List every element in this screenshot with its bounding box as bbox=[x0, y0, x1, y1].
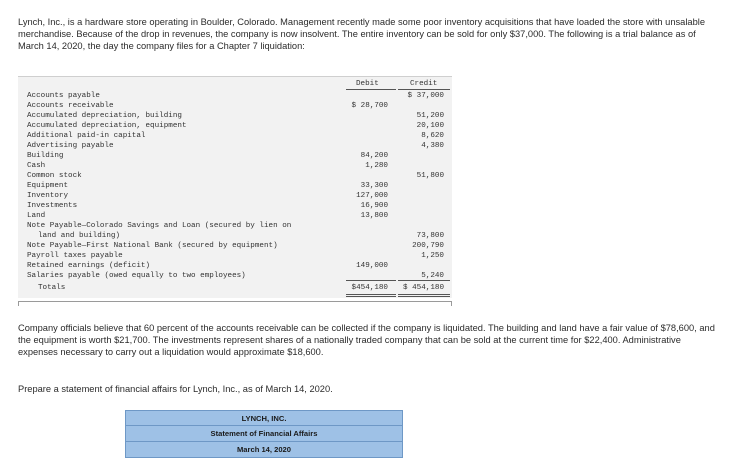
credit-value: 51,200 bbox=[416, 112, 444, 120]
statement-date: March 14, 2020 bbox=[125, 442, 403, 458]
statement-company: LYNCH, INC. bbox=[125, 410, 403, 426]
account-name: Note Payable—First National Bank (secure… bbox=[27, 242, 278, 250]
statement-title: Statement of Financial Affairs bbox=[125, 426, 403, 442]
account-name: Land bbox=[27, 212, 46, 220]
credit-value: 4,380 bbox=[421, 142, 444, 150]
table-row: Equipment 33,300 bbox=[27, 181, 449, 191]
debit-value: $ 28,700 bbox=[351, 102, 388, 110]
credit-value: 200,790 bbox=[412, 242, 444, 250]
table-row: Cash 1,280 bbox=[27, 161, 449, 171]
credit-value: $ 37,000 bbox=[407, 92, 444, 100]
double-rule bbox=[346, 294, 396, 295]
header-rule bbox=[346, 89, 396, 90]
table-row: Accumulated depreciation, building 51,200 bbox=[27, 111, 449, 121]
debit-value: 16,900 bbox=[360, 202, 388, 210]
table-row: Inventory 127,000 bbox=[27, 191, 449, 201]
debit-value: 1,280 bbox=[365, 162, 388, 170]
debit-value: 13,800 bbox=[360, 212, 388, 220]
totals-label: Totals bbox=[38, 284, 66, 292]
credit-value: 8,620 bbox=[421, 132, 444, 140]
table-row: Advertising payable 4,380 bbox=[27, 141, 449, 151]
intro-paragraph: Lynch, Inc., is a hardware store operati… bbox=[18, 17, 705, 51]
credit-header: Credit bbox=[410, 80, 438, 88]
account-name: Accounts payable bbox=[27, 92, 100, 100]
double-rule bbox=[398, 294, 450, 295]
debit-total: $454,180 bbox=[351, 284, 388, 292]
table-row: Additional paid-in capital 8,620 bbox=[27, 131, 449, 141]
account-name: Common stock bbox=[27, 172, 82, 180]
table-row: Payroll taxes payable 1,250 bbox=[27, 251, 449, 261]
debit-header: Debit bbox=[356, 80, 379, 88]
account-name: Equipment bbox=[27, 182, 69, 190]
table-row: Accounts receivable $ 28,700 bbox=[27, 101, 449, 111]
account-name: Payroll taxes payable bbox=[27, 252, 123, 260]
debit-value: 127,000 bbox=[356, 192, 388, 200]
header-rule bbox=[398, 89, 450, 90]
officials-paragraph: Company officials believe that 60 percen… bbox=[18, 323, 715, 357]
account-name: Accumulated depreciation, building bbox=[27, 112, 182, 120]
statement-header-table: LYNCH, INC. Statement of Financial Affai… bbox=[125, 410, 403, 458]
instruction-paragraph: Prepare a statement of financial affairs… bbox=[18, 384, 333, 394]
table-row: Retained earnings (deficit) 149,000 bbox=[27, 261, 449, 271]
table-row: Common stock 51,800 bbox=[27, 171, 449, 181]
total-rule bbox=[398, 280, 450, 281]
account-name: Accumulated depreciation, equipment bbox=[27, 122, 187, 130]
account-name: Cash bbox=[27, 162, 46, 170]
double-rule bbox=[346, 296, 396, 297]
credit-value: 51,800 bbox=[416, 172, 444, 180]
table-row: land and building) 73,800 bbox=[27, 231, 449, 241]
total-rule bbox=[346, 280, 396, 281]
account-name: Advertising payable bbox=[27, 142, 114, 150]
table-row: Building 84,200 bbox=[27, 151, 449, 161]
debit-value: 84,200 bbox=[360, 152, 388, 160]
table-row: Note Payable—Colorado Savings and Loan (… bbox=[27, 221, 449, 231]
double-rule bbox=[398, 296, 450, 297]
credit-value: 20,100 bbox=[416, 122, 444, 130]
account-name: Accounts receivable bbox=[27, 102, 114, 110]
account-name: Investments bbox=[27, 202, 78, 210]
credit-value: 1,250 bbox=[421, 252, 444, 260]
table-row: Note Payable—First National Bank (secure… bbox=[27, 241, 449, 251]
table-row: Accumulated depreciation, equipment 20,10… bbox=[27, 121, 449, 131]
account-name: Retained earnings (deficit) bbox=[27, 262, 151, 270]
credit-value: 73,800 bbox=[416, 232, 444, 240]
account-name: Salaries payable (owed equally to two em… bbox=[27, 272, 246, 280]
account-name: Note Payable—Colorado Savings and Loan (… bbox=[27, 222, 292, 230]
account-name: Inventory bbox=[27, 192, 69, 200]
account-name: land and building) bbox=[38, 232, 121, 240]
table-row: Investments 16,900 bbox=[27, 201, 449, 211]
account-name: Additional paid-in capital bbox=[27, 132, 146, 140]
table-row: Accounts payable $ 37,000 bbox=[27, 91, 449, 101]
account-name: Building bbox=[27, 152, 64, 160]
credit-total: $ 454,180 bbox=[402, 284, 444, 292]
debit-value: 33,300 bbox=[360, 182, 388, 190]
table-row: Land 13,800 bbox=[27, 211, 449, 221]
totals-row: Totals $454,180 $ 454,180 bbox=[27, 283, 449, 293]
table-scroll-edge bbox=[18, 301, 452, 306]
trial-balance-table: Debit Credit Accounts payable $ 37,000 Acc… bbox=[18, 76, 452, 298]
debit-value: 149,000 bbox=[356, 262, 388, 270]
